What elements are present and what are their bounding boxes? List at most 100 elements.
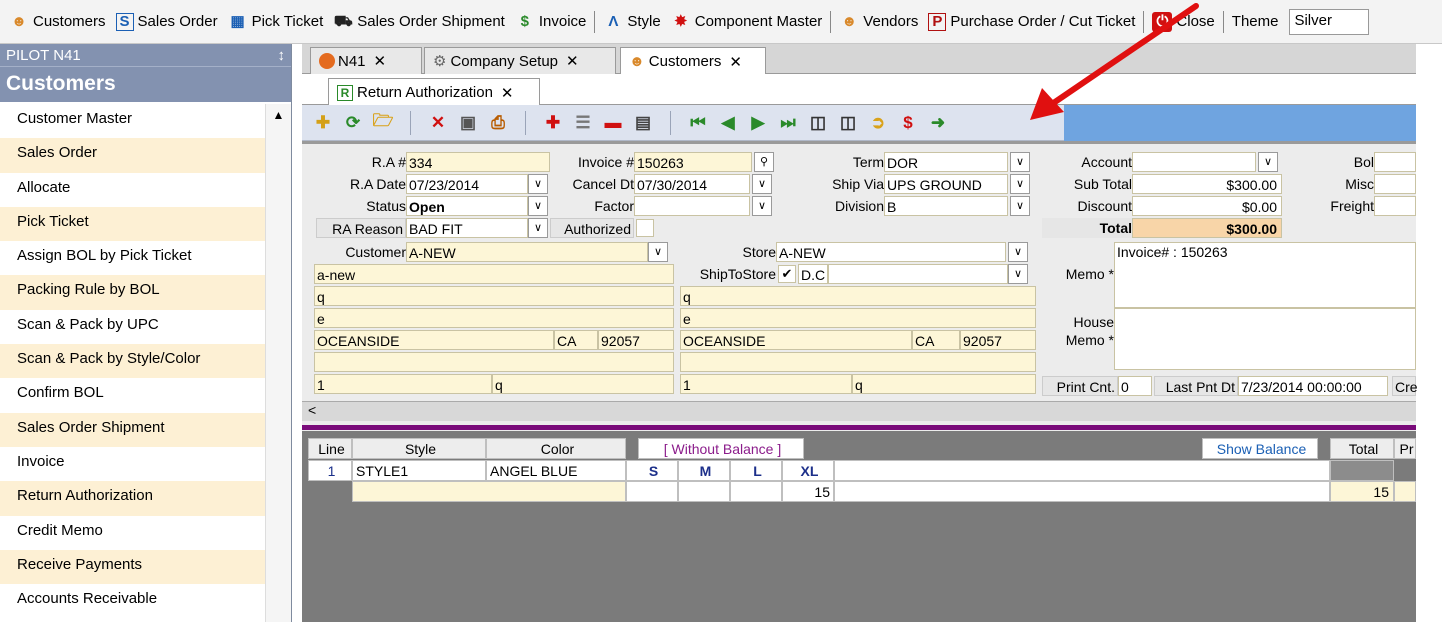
store-field[interactable]: A-NEW bbox=[776, 242, 1006, 262]
tab-n41[interactable]: N41 ✕ bbox=[310, 47, 422, 74]
chevron-down-icon[interactable]: ∨ bbox=[1010, 196, 1030, 216]
chevron-down-icon[interactable]: ∨ bbox=[1008, 264, 1028, 284]
account-field[interactable] bbox=[1132, 152, 1256, 172]
theme-select[interactable]: Silver bbox=[1289, 8, 1370, 35]
sidebar-item-receive-payments[interactable]: Receive Payments bbox=[0, 549, 265, 585]
last-record-icon[interactable]: ⏭ bbox=[776, 111, 800, 135]
chevron-down-icon[interactable]: ∨ bbox=[1010, 174, 1030, 194]
ship-country-field[interactable] bbox=[680, 352, 1036, 372]
report-icon[interactable]: ◫ bbox=[806, 111, 830, 135]
menu-style[interactable]: Λ Style bbox=[598, 8, 665, 36]
sidebar-item-customer-master[interactable]: Customer Master bbox=[0, 104, 265, 138]
bill-fax-field[interactable]: q bbox=[492, 374, 674, 394]
invoice-field[interactable]: 150263 bbox=[634, 152, 752, 172]
ship-phone-field[interactable]: 1 bbox=[680, 374, 852, 394]
col-header-price[interactable]: Pr bbox=[1394, 438, 1416, 459]
sidebar-item-credit-memo[interactable]: Credit Memo bbox=[0, 516, 265, 550]
misc-field[interactable] bbox=[1374, 174, 1416, 194]
ship-address1-field[interactable]: q bbox=[680, 286, 1036, 306]
list-icon[interactable]: ▤ bbox=[631, 111, 655, 135]
status-field[interactable]: Open bbox=[406, 196, 528, 216]
new-record-icon[interactable]: ✚ bbox=[311, 111, 335, 135]
shipvia-field[interactable]: UPS GROUND bbox=[884, 174, 1008, 194]
sidebar-item-packing-rule-by-bol[interactable]: Packing Rule by BOL bbox=[0, 275, 265, 310]
refresh-icon[interactable]: ⟳ bbox=[341, 111, 365, 135]
post-icon[interactable]: ➜ bbox=[926, 111, 950, 135]
qty-l[interactable] bbox=[730, 481, 782, 502]
ship-city-field[interactable]: OCEANSIDE bbox=[680, 330, 912, 350]
close-icon[interactable]: ✕ bbox=[566, 52, 579, 70]
sidebar-item-pick-ticket[interactable]: Pick Ticket bbox=[0, 206, 265, 242]
first-record-icon[interactable]: ⏮ bbox=[686, 111, 710, 135]
authorized-checkbox[interactable] bbox=[636, 219, 654, 237]
row-description[interactable] bbox=[352, 481, 626, 502]
add-line-icon[interactable]: ✚ bbox=[541, 111, 565, 135]
open-folder-icon[interactable]: 🗁 bbox=[371, 111, 395, 135]
form-horizontal-scrollbar[interactable]: < bbox=[302, 401, 1416, 421]
export-icon[interactable]: ➲ bbox=[866, 111, 890, 135]
chevron-down-icon[interactable]: ∨ bbox=[528, 174, 548, 194]
chevron-down-icon[interactable]: ∨ bbox=[752, 196, 772, 216]
pin-icon[interactable]: ↕ bbox=[278, 47, 286, 64]
menu-close[interactable]: ⏻ Close bbox=[1147, 8, 1219, 36]
tab-customers[interactable]: ☻ Customers ✕ bbox=[620, 47, 766, 75]
discount-field[interactable]: $0.00 bbox=[1132, 196, 1282, 216]
bill-address2-field[interactable]: e bbox=[314, 308, 674, 328]
chevron-down-icon[interactable]: ∨ bbox=[1008, 242, 1028, 262]
shiptostore-name[interactable] bbox=[828, 264, 1008, 284]
menu-sales-order-shipment[interactable]: ⛟ Sales Order Shipment bbox=[328, 8, 510, 36]
close-icon[interactable]: ✕ bbox=[374, 52, 387, 70]
chevron-down-icon[interactable]: ∨ bbox=[752, 174, 772, 194]
tab-return-authorization[interactable]: R Return Authorization ✕ bbox=[328, 78, 540, 106]
house-memo-field[interactable] bbox=[1114, 308, 1416, 370]
ship-state-field[interactable]: CA bbox=[912, 330, 960, 350]
col-header-total[interactable]: Total bbox=[1330, 438, 1394, 459]
save-icon[interactable]: ▣ bbox=[456, 111, 480, 135]
term-field[interactable]: DOR bbox=[884, 152, 1008, 172]
bill-phone-field[interactable]: 1 bbox=[314, 374, 492, 394]
menu-sales-order[interactable]: S Sales Order bbox=[111, 8, 223, 36]
menu-pick-ticket[interactable]: ▦ Pick Ticket bbox=[223, 8, 329, 36]
sidebar-item-allocate[interactable]: Allocate bbox=[0, 173, 265, 207]
next-record-icon[interactable]: ▶ bbox=[746, 111, 770, 135]
qty-s[interactable] bbox=[626, 481, 678, 502]
ra-no-field[interactable]: 334 bbox=[406, 152, 550, 172]
col-header-color[interactable]: Color bbox=[486, 438, 626, 459]
menu-vendors[interactable]: ☻ Vendors bbox=[834, 8, 923, 36]
cancel-icon[interactable]: ✕ bbox=[426, 111, 450, 135]
search-icon[interactable]: ⚲ bbox=[754, 152, 774, 172]
qty-xl[interactable]: 15 bbox=[782, 481, 834, 502]
delete-line-icon[interactable]: ▬ bbox=[601, 111, 625, 135]
sidebar-scrollbar[interactable]: ▲ bbox=[265, 104, 291, 622]
sidebar-item-assign-bol-by-pick-ticket[interactable]: Assign BOL by Pick Ticket bbox=[0, 241, 265, 275]
close-icon[interactable]: ✕ bbox=[501, 84, 514, 102]
cancel-field[interactable]: 07/30/2014 bbox=[634, 174, 750, 194]
division-field[interactable]: B bbox=[884, 196, 1008, 216]
chevron-down-icon[interactable]: ∨ bbox=[1258, 152, 1278, 172]
sidebar-item-return-authorization[interactable]: Return Authorization bbox=[0, 481, 265, 516]
chevron-down-icon[interactable]: ∨ bbox=[528, 218, 548, 238]
col-header-line[interactable]: Line bbox=[308, 438, 352, 459]
bill-zip-field[interactable]: 92057 bbox=[598, 330, 674, 350]
previous-record-icon[interactable]: ◀ bbox=[716, 111, 740, 135]
chevron-down-icon[interactable]: ∨ bbox=[648, 242, 668, 262]
sidebar-item-scan-pack-by-upc[interactable]: Scan & Pack by UPC bbox=[0, 310, 265, 344]
scroll-up-icon[interactable]: ▲ bbox=[266, 104, 291, 122]
ra-date-field[interactable]: 07/23/2014 bbox=[406, 174, 528, 194]
ra-reason-field[interactable]: BAD FIT bbox=[406, 218, 528, 238]
row-style[interactable]: STYLE1 bbox=[352, 460, 486, 481]
bill-city-field[interactable]: OCEANSIDE bbox=[314, 330, 554, 350]
menu-purchase-order[interactable]: P Purchase Order / Cut Ticket bbox=[923, 8, 1140, 36]
show-balance-button[interactable]: Show Balance bbox=[1202, 438, 1318, 459]
without-balance-toggle[interactable]: [ Without Balance ] bbox=[638, 438, 804, 459]
bill-state-field[interactable]: CA bbox=[554, 330, 598, 350]
freight-field[interactable] bbox=[1374, 196, 1416, 216]
sidebar-item-invoice[interactable]: Invoice bbox=[0, 447, 265, 481]
ship-address2-field[interactable]: e bbox=[680, 308, 1036, 328]
ship-fax-field[interactable]: q bbox=[852, 374, 1036, 394]
row-price[interactable] bbox=[1394, 481, 1416, 502]
col-header-style[interactable]: Style bbox=[352, 438, 486, 459]
customer-field[interactable]: A-NEW bbox=[406, 242, 648, 262]
chevron-down-icon[interactable]: ∨ bbox=[528, 196, 548, 216]
row-color[interactable]: ANGEL BLUE bbox=[486, 460, 626, 481]
